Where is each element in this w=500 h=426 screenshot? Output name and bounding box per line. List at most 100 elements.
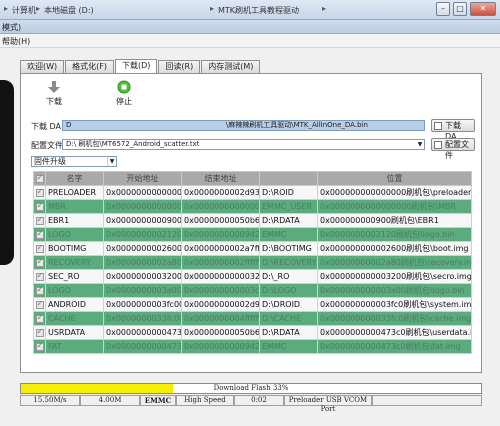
row-checkbox-cell[interactable] xyxy=(33,255,46,270)
download-button[interactable]: 下载 xyxy=(39,80,69,107)
end-address: 0x0000000002d93bbb7 xyxy=(181,185,260,200)
table-row[interactable]: FAT0x0000000000473c00000x000000000094226… xyxy=(33,339,472,354)
row-checkbox-cell[interactable] xyxy=(33,227,46,242)
end-address: 0x00000000000001ff xyxy=(181,199,260,214)
table-row[interactable]: PRELOADER0x00000000000000000x0000000002d… xyxy=(33,185,472,200)
phone-image xyxy=(0,80,14,265)
end-address: 0x0000000002ffffff xyxy=(181,255,260,270)
row-checkbox-cell[interactable] xyxy=(33,199,46,214)
scatter-label: 配置文件 xyxy=(31,141,63,150)
download-button-label: 下载 xyxy=(46,97,62,106)
row-checkbox[interactable] xyxy=(35,201,44,211)
begin-address: 0x0000000003a00000 xyxy=(103,283,182,298)
breadcrumb-drive-d[interactable]: 本地磁盘 (D:) xyxy=(44,5,94,16)
column-header-begin-address[interactable]: 开始地址 xyxy=(103,171,182,186)
region: EMMC xyxy=(259,227,318,242)
minimize-button[interactable]: – xyxy=(436,2,450,16)
table-row[interactable]: ANDROID0x0000000003fc00000x00000000002d9… xyxy=(33,297,472,312)
tab-welcome[interactable]: 欢迎(W) xyxy=(20,60,65,73)
row-checkbox[interactable] xyxy=(35,327,44,337)
partition-name: BOOTIMG xyxy=(45,241,104,256)
table-row[interactable]: LOGO0x0000000003a000000x000000000003cfff… xyxy=(33,283,472,298)
breadcrumb-folder[interactable]: MTK刷机工具教程驱动 xyxy=(218,5,299,16)
menu-help[interactable]: 帮助(H) xyxy=(2,36,30,47)
table-row[interactable]: USRDATA0x0000000000473c00000x00000000050… xyxy=(33,325,472,340)
row-checkbox-cell[interactable] xyxy=(33,269,46,284)
location: 0x0000000000473c0刷机包\userdata.img xyxy=(317,325,472,340)
chevron-down-icon: ▼ xyxy=(107,157,116,166)
download-agent-checkbox[interactable] xyxy=(434,122,442,130)
tab-readback[interactable]: 回读(R) xyxy=(158,60,201,73)
window-title: 模式) xyxy=(2,23,22,32)
column-header-region[interactable] xyxy=(259,171,318,186)
begin-address: 0x0000000002120000 xyxy=(103,227,182,242)
begin-address: 0x0000000000000000 xyxy=(103,199,182,214)
row-checkbox-cell[interactable] xyxy=(33,241,46,256)
location: 0x000000000900刷机包\EBR1 xyxy=(317,213,472,228)
download-progress-bar: Download Flash 33% xyxy=(20,383,482,394)
table-row[interactable]: MBR0x00000000000000000x00000000000001ffE… xyxy=(33,199,472,214)
row-checkbox-cell[interactable] xyxy=(33,283,46,298)
download-agent-button[interactable]: 下载 DA xyxy=(431,119,475,141)
row-checkbox[interactable] xyxy=(35,229,44,239)
column-header-name[interactable]: 名字 xyxy=(45,171,104,186)
location: 0x000000000003a00刷机包\logo.bin xyxy=(317,283,472,298)
row-checkbox[interactable] xyxy=(35,243,44,253)
row-checkbox[interactable] xyxy=(35,257,44,267)
breadcrumb-computer[interactable]: 计算机 xyxy=(12,5,36,16)
end-address: 0x00000000050b6f24f xyxy=(181,213,260,228)
tab-format[interactable]: 格式化(F) xyxy=(65,60,114,73)
column-header-end-address[interactable]: 结束地址 xyxy=(181,171,260,186)
begin-address: 0x0000000000473c0000 xyxy=(103,325,182,340)
row-checkbox[interactable] xyxy=(35,313,44,323)
mode-select[interactable]: 固件升级 ▼ xyxy=(31,156,117,167)
location: 0x000000000003fc0刷机包\system.img xyxy=(317,297,472,312)
row-checkbox-cell[interactable] xyxy=(33,311,46,326)
status-bar: 15.50M/s 4.00M EMMC High Speed 0:02 Prel… xyxy=(20,395,482,413)
status-usb-speed: High Speed xyxy=(176,395,234,406)
row-checkbox[interactable] xyxy=(35,271,44,281)
select-all-checkbox[interactable] xyxy=(35,173,44,183)
row-checkbox[interactable] xyxy=(35,187,44,197)
row-checkbox-cell[interactable] xyxy=(33,185,46,200)
table-row[interactable]: LOGO0x00000000021200000x0000000000942262… xyxy=(33,227,472,242)
table-row[interactable]: EBR10x00000000009000000x00000000050b6f24… xyxy=(33,213,472,228)
scatter-button[interactable]: 配置文件 xyxy=(431,138,475,160)
row-checkbox-cell[interactable] xyxy=(33,325,46,340)
partition-table: 名字 开始地址 结束地址 位置 PRELOADER0x0000000000000… xyxy=(33,171,472,354)
row-checkbox[interactable] xyxy=(35,285,44,295)
begin-address: 0x0000000002600000 xyxy=(103,241,182,256)
scatter-file-field[interactable]: D:\ 刷机包\MT6572_Android_scatter.txt xyxy=(62,139,425,150)
tab-download[interactable]: 下载(D) xyxy=(115,59,158,73)
close-button[interactable]: ✕ xyxy=(470,2,496,16)
tab-memory-test[interactable]: 内存测试(M) xyxy=(201,60,261,73)
region: EMMC_USER xyxy=(259,199,318,214)
region: D:\LOGO xyxy=(259,283,318,298)
download-agent-field[interactable]: D \麻辣辣刷机工具驱动\MTK_AllInOne_DA.bin xyxy=(62,120,425,131)
partition-name: LOGO xyxy=(45,227,104,242)
row-checkbox-cell[interactable] xyxy=(33,297,46,312)
row-checkbox-cell[interactable] xyxy=(33,339,46,354)
table-row[interactable]: RECOVERY0x0000000002a800000x0000000002ff… xyxy=(33,255,472,270)
end-address: 0x00000000002d93bbb7 xyxy=(181,297,260,312)
scatter-checkbox[interactable] xyxy=(434,141,442,149)
row-checkbox[interactable] xyxy=(35,341,44,351)
location: 0x0000000000000000刷机包\MBR xyxy=(317,199,472,214)
row-checkbox[interactable] xyxy=(35,299,44,309)
location: 0x00000000002a80刷机包\recovery.img xyxy=(317,255,472,270)
stop-button[interactable]: 停止 xyxy=(109,80,139,107)
explorer-address-bar: ▸ 计算机 ▸ 本地磁盘 (D:) ▸ MTK刷机工具教程驱动 ▸ – □ ✕ xyxy=(0,0,500,20)
table-row[interactable]: BOOTIMG0x00000000026000000x0000000002a7f… xyxy=(33,241,472,256)
row-checkbox-cell[interactable] xyxy=(33,213,46,228)
window-title-bar: 模式) xyxy=(0,20,500,34)
download-arrow-icon xyxy=(48,81,60,93)
table-row[interactable]: SEC_RO0x00000000032000000x00000000000322… xyxy=(33,269,472,284)
select-all-header[interactable] xyxy=(33,171,46,186)
chevron-down-icon[interactable]: ▼ xyxy=(416,140,424,149)
row-checkbox[interactable] xyxy=(35,215,44,225)
column-header-location[interactable]: 位置 xyxy=(317,171,472,186)
end-address: 0x000000000094226279 xyxy=(181,339,260,354)
begin-address: 0x0000000000900000 xyxy=(103,213,182,228)
table-row[interactable]: CACHE0x0000000033fc00000x0000000004fffff… xyxy=(33,311,472,326)
maximize-button[interactable]: □ xyxy=(453,2,467,16)
